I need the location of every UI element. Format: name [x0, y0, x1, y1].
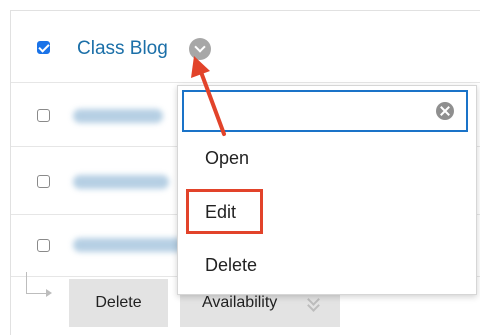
- row-checkbox[interactable]: [37, 41, 50, 54]
- availability-label: Availability: [202, 294, 278, 311]
- blurred-row-title: [73, 109, 163, 123]
- menu-item-delete[interactable]: Delete: [205, 255, 257, 276]
- clear-icon[interactable]: [436, 102, 454, 120]
- blurred-row-title: [73, 238, 185, 252]
- row-checkbox[interactable]: [37, 239, 50, 252]
- chevron-down-icon[interactable]: [189, 38, 211, 60]
- bulk-action-arrow-icon: [26, 272, 52, 297]
- menu-item-open[interactable]: Open: [205, 148, 249, 169]
- menu-search-input[interactable]: [182, 90, 468, 132]
- edit-highlight-box: [186, 189, 263, 234]
- delete-button[interactable]: Delete: [69, 279, 168, 327]
- row-checkbox[interactable]: [37, 109, 50, 122]
- blurred-row-title: [73, 175, 169, 189]
- row-checkbox[interactable]: [37, 175, 50, 188]
- class-blog-link[interactable]: Class Blog: [77, 38, 168, 60]
- table-row: Class Blog: [11, 11, 480, 83]
